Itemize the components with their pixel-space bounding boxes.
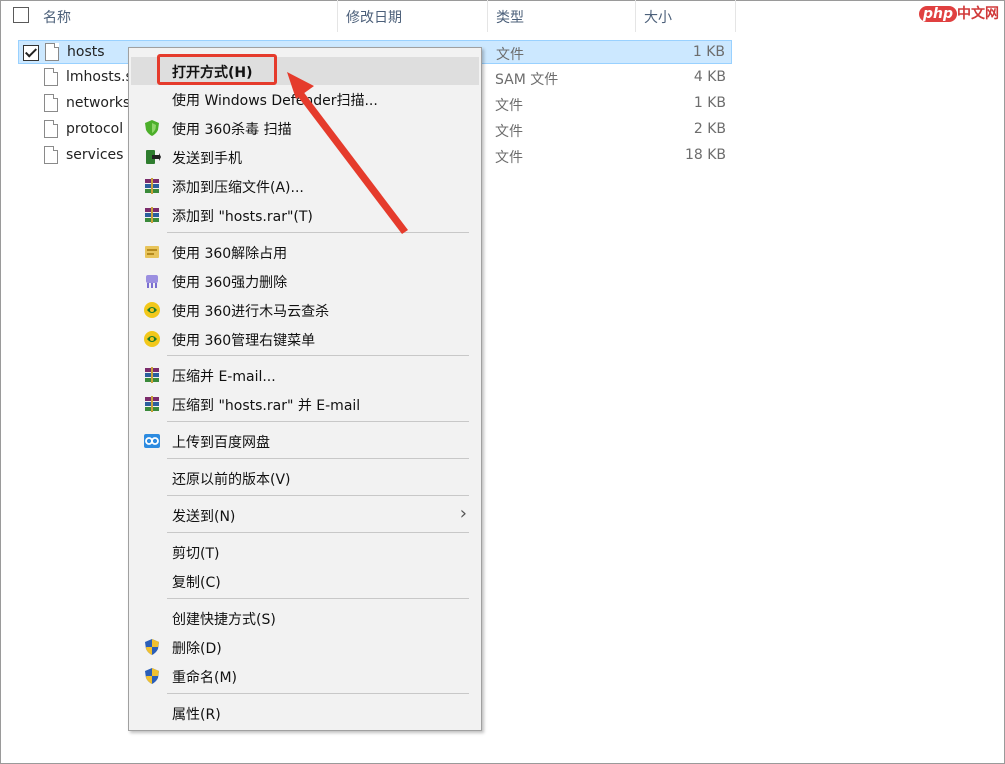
annotation-arrow-icon [287, 72, 408, 234]
